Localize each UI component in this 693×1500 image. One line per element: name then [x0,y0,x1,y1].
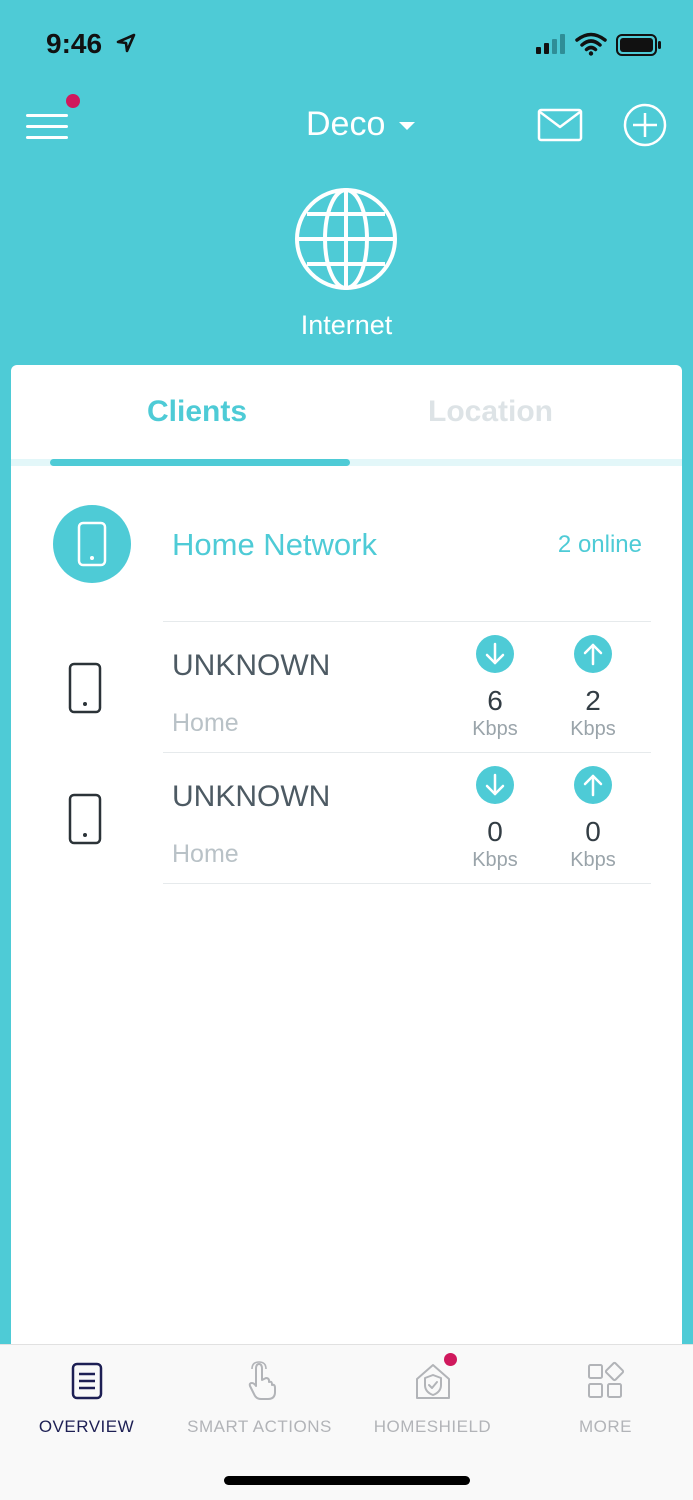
arrow-up-icon [574,635,612,673]
clients-card: Clients Location Home Network 2 online U… [11,365,682,1500]
house-shield-icon [416,1364,450,1399]
cellular-signal-icon [536,34,565,54]
wifi-icon [575,32,607,56]
phone-icon [68,793,102,845]
location-arrow-icon [116,33,136,53]
upload-rate: 0 Kbps [548,766,638,872]
client-location: Home [172,709,239,737]
nav-smart-actions[interactable]: SMART ACTIONS [173,1345,346,1455]
divider [163,883,651,884]
upload-value: 0 [585,816,601,847]
nav-overview[interactable]: OVERVIEW [0,1345,173,1455]
tab-bar: Clients Location [11,365,682,466]
client-name: UNKNOWN [172,780,331,813]
download-unit: Kbps [472,718,518,740]
tab-location[interactable]: Location [428,395,553,429]
phone-icon [53,505,131,583]
upload-rate: 2 Kbps [548,635,638,741]
client-location: Home [172,840,239,868]
notification-badge [66,94,80,108]
tap-hand-icon [248,1361,276,1400]
globe-icon[interactable] [293,186,399,292]
upload-unit: Kbps [570,718,616,740]
nav-homeshield-label: HOMESHIELD [373,1417,492,1436]
client-row[interactable]: UNKNOWN Home 6 Kbps 2 Kbps [11,621,682,752]
client-name: UNKNOWN [172,649,331,682]
overview-icon [71,1362,103,1400]
divider [163,621,651,622]
app-header: Deco [0,88,693,168]
mail-icon[interactable] [537,108,583,142]
download-unit: Kbps [472,849,518,871]
tab-indicator [50,459,350,466]
nav-more[interactable]: MORE [519,1345,692,1455]
client-row[interactable]: UNKNOWN Home 0 Kbps 0 Kbps [11,752,682,884]
upload-unit: Kbps [570,849,616,871]
network-name: Home Network [172,527,377,562]
download-value: 0 [487,816,503,847]
grid-more-icon [588,1361,625,1398]
arrow-down-icon [476,635,514,673]
tab-clients[interactable]: Clients [147,395,247,429]
download-value: 6 [487,685,503,716]
home-indicator[interactable] [224,1476,470,1485]
arrow-up-icon [574,766,612,804]
plus-circle-icon[interactable] [622,102,668,148]
home-network-row[interactable]: Home Network 2 online [11,503,682,585]
status-bar: 9:46 [0,0,693,88]
chevron-down-icon [399,122,416,130]
homeshield-badge [444,1353,457,1366]
status-time: 9:46 [46,28,103,59]
battery-icon [616,34,661,56]
nav-overview-label: OVERVIEW [38,1417,135,1436]
phone-icon [68,662,102,714]
network-selector[interactable]: Deco [306,104,416,144]
hamburger-menu-icon[interactable] [24,106,72,146]
download-rate: 6 Kbps [450,635,540,741]
online-count: 2 online [557,531,642,558]
app-title: Deco [306,104,386,143]
arrow-down-icon [476,766,514,804]
nav-more-label: MORE [579,1417,632,1436]
download-rate: 0 Kbps [450,766,540,872]
divider [163,752,651,753]
upload-value: 2 [585,685,601,716]
nav-homeshield[interactable]: HOMESHIELD [346,1345,519,1455]
nav-smart-actions-label: SMART ACTIONS [187,1417,332,1436]
internet-label: Internet [300,310,393,340]
